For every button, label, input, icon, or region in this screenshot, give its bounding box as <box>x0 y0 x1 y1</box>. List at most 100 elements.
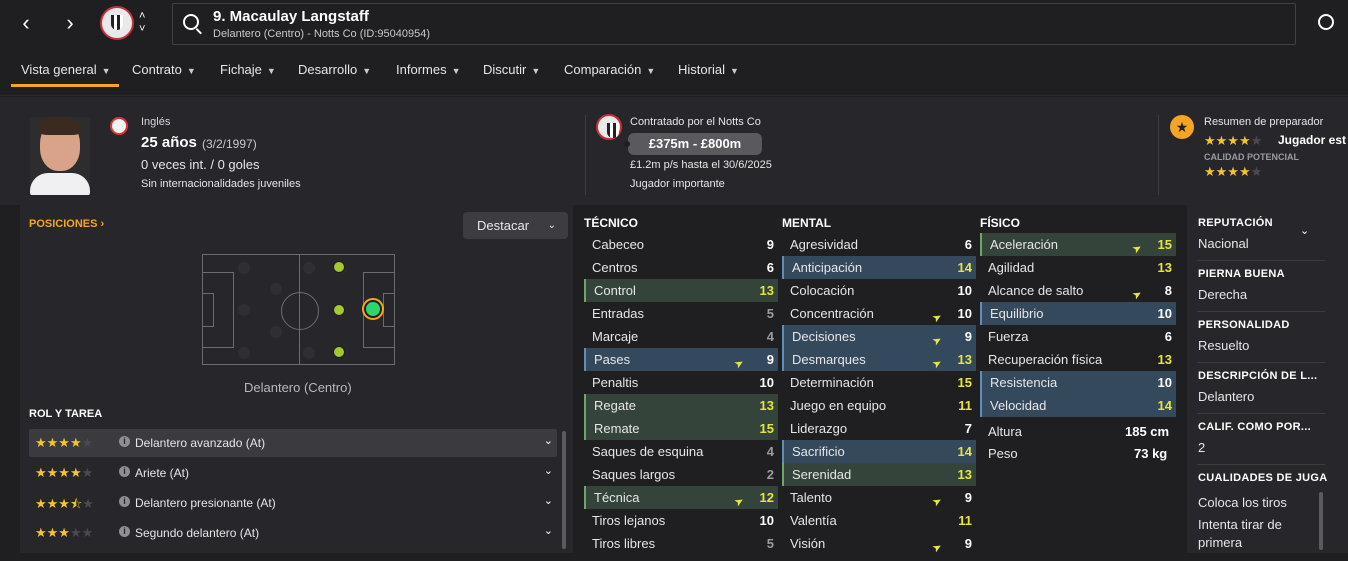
role-item[interactable]: ★★★⯪★ i Delantero presionante (At) ⌄ <box>29 489 557 517</box>
coach-summary-title: Resumen de preparador <box>1204 116 1324 128</box>
attribute-value: 14 <box>957 260 972 275</box>
menu-informes[interactable]: Informes ▼ <box>396 62 461 77</box>
attribute-value: 9 <box>766 352 774 367</box>
player-search-box[interactable]: 9. Macaulay Langstaff Delantero (Centro)… <box>172 3 1296 45</box>
menu-vista-general[interactable]: Vista general ▼ <box>21 62 111 77</box>
traits-label: CUALIDADES DE JUGA <box>1198 472 1328 484</box>
attribute-name: Colocación <box>790 283 855 298</box>
attribute-row[interactable]: Regate 13 <box>584 394 778 417</box>
contract-club: Contratado por el Notts Co <box>630 116 761 128</box>
attribute-value: 14 <box>1157 398 1172 413</box>
attribute-row[interactable]: Tiros lejanos 10 <box>584 509 778 532</box>
attribute-value: 10 <box>1157 375 1172 390</box>
attribute-row[interactable]: Talento ➤ 9 <box>782 486 976 510</box>
roles-scrollbar[interactable] <box>562 431 566 549</box>
attribute-row[interactable]: Concentración ➤ 10 <box>782 302 976 326</box>
player-switch-icon[interactable]: ˄ ˅ <box>139 10 145 36</box>
attribute-value: 10 <box>759 513 774 528</box>
media-description-value: Delantero <box>1198 389 1255 404</box>
position-dot <box>333 304 345 316</box>
chevron-down-icon[interactable]: ⌄ <box>544 434 553 447</box>
trend-arrow-icon: ➤ <box>930 540 945 556</box>
attribute-row[interactable]: Aceleración ➤ 15 <box>980 233 1176 257</box>
attribute-row[interactable]: Penaltis 10 <box>584 371 778 394</box>
attribute-row[interactable]: Cabeceo 9 <box>584 233 778 256</box>
attribute-row[interactable]: Velocidad 14 <box>980 394 1176 417</box>
role-item[interactable]: ★★★★★ i Delantero avanzado (At) ⌄ <box>29 429 557 457</box>
attribute-row[interactable]: Determinación 15 <box>782 371 976 394</box>
role-item[interactable]: ★★★★★ i Ariete (At) ⌄ <box>29 459 557 487</box>
attribute-value: 7 <box>964 421 972 436</box>
natural-position-marker <box>362 298 384 320</box>
attribute-value: 5 <box>766 536 774 551</box>
chevron-down-icon[interactable]: ⌄ <box>544 464 553 477</box>
club-crest-icon[interactable] <box>100 6 134 40</box>
attribute-row[interactable]: Visión ➤ 9 <box>782 532 976 556</box>
highlight-dropdown[interactable]: Destacar ⌄ <box>463 212 568 239</box>
attribute-row[interactable]: Juego en equipo 11 <box>782 394 976 417</box>
attribute-row[interactable]: Control 13 <box>584 279 778 302</box>
technical-title: TÉCNICO <box>584 216 638 230</box>
menu-desarrollo[interactable]: Desarrollo ▼ <box>298 62 371 77</box>
attribute-row[interactable]: Saques de esquina 4 <box>584 440 778 463</box>
traits-scrollbar[interactable] <box>1319 492 1323 550</box>
attribute-row[interactable]: Técnica ➤ 12 <box>584 486 778 510</box>
attribute-row[interactable]: Desmarques ➤ 13 <box>782 348 976 372</box>
attribute-value: 13 <box>759 283 774 298</box>
menu-historial[interactable]: Historial ▼ <box>678 62 739 77</box>
attribute-value: 15 <box>957 375 972 390</box>
menu-fichaje[interactable]: Fichaje ▼ <box>220 62 276 77</box>
wage-info: £1.2m p/s hasta el 30/6/2025 <box>630 159 772 171</box>
positions-header[interactable]: POSICIONES › <box>29 218 104 230</box>
attribute-name: Tiros lejanos <box>592 513 666 528</box>
attribute-row[interactable]: Resistencia 10 <box>980 371 1176 394</box>
attribute-row[interactable]: Agresividad 6 <box>782 233 976 256</box>
info-icon[interactable]: i <box>119 436 130 447</box>
role-item[interactable]: ★★★★★ i Segundo delantero (At) ⌄ <box>29 519 557 547</box>
attribute-name: Centros <box>592 260 638 275</box>
personality-label: PERSONALIDAD <box>1198 319 1290 331</box>
attribute-row[interactable]: Serenidad 13 <box>782 463 976 486</box>
chevron-down-icon[interactable]: ⌄ <box>544 494 553 507</box>
chevron-down-icon[interactable]: ⌄ <box>544 524 553 537</box>
attribute-row[interactable]: Agilidad 13 <box>980 256 1176 279</box>
attribute-row[interactable]: Saques largos 2 <box>584 463 778 486</box>
attribute-row[interactable]: Anticipación 14 <box>782 256 976 279</box>
globe-icon[interactable] <box>1318 14 1334 30</box>
player-photo <box>30 117 90 195</box>
personality-value: Resuelto <box>1198 338 1250 353</box>
attribute-name: Saques de esquina <box>592 444 704 459</box>
attribute-row[interactable]: Marcaje 4 <box>584 325 778 348</box>
transfer-value[interactable]: £375m - £800m <box>624 133 762 155</box>
info-icon[interactable]: i <box>119 466 130 477</box>
search-icon[interactable] <box>183 14 199 30</box>
back-arrow-icon[interactable]: ‹ <box>14 10 38 38</box>
attribute-name: Penaltis <box>592 375 639 390</box>
club-crest-icon <box>596 114 622 140</box>
attribute-row[interactable]: Alcance de salto ➤ 8 <box>980 279 1176 303</box>
attribute-row[interactable]: Sacrificio 14 <box>782 440 976 463</box>
attribute-row[interactable]: Valentía 11 <box>782 509 976 532</box>
attribute-row[interactable]: Pases ➤ 9 <box>584 348 778 372</box>
chevron-down-icon[interactable]: ⌄ <box>1300 224 1309 237</box>
attribute-row[interactable]: Remate 15 <box>584 417 778 440</box>
attribute-row[interactable]: Colocación 10 <box>782 279 976 302</box>
attribute-name: Saques largos <box>592 467 676 482</box>
attribute-row[interactable]: Tiros libres 5 <box>584 532 778 555</box>
forward-arrow-icon[interactable]: › <box>58 10 82 38</box>
attribute-row[interactable]: Fuerza 6 <box>980 325 1176 348</box>
attribute-value: 6 <box>1164 329 1172 344</box>
attribute-row[interactable]: Liderazgo 7 <box>782 417 976 440</box>
menu-discutir[interactable]: Discutir ▼ <box>483 62 540 77</box>
attribute-row[interactable]: Equilibrio 10 <box>980 302 1176 325</box>
attribute-row[interactable]: Recuperación física 13 <box>980 348 1176 371</box>
attribute-row[interactable]: Entradas 5 <box>584 302 778 325</box>
foot-value: Derecha <box>1198 287 1248 302</box>
attribute-row[interactable]: Centros 6 <box>584 256 778 279</box>
info-icon[interactable]: i <box>119 526 130 537</box>
attribute-row[interactable]: Decisiones ➤ 9 <box>782 325 976 349</box>
menu-contrato[interactable]: Contrato ▼ <box>132 62 196 77</box>
divider <box>1158 115 1159 195</box>
menu-comparacion[interactable]: Comparación ▼ <box>564 62 655 77</box>
info-icon[interactable]: i <box>119 496 130 507</box>
